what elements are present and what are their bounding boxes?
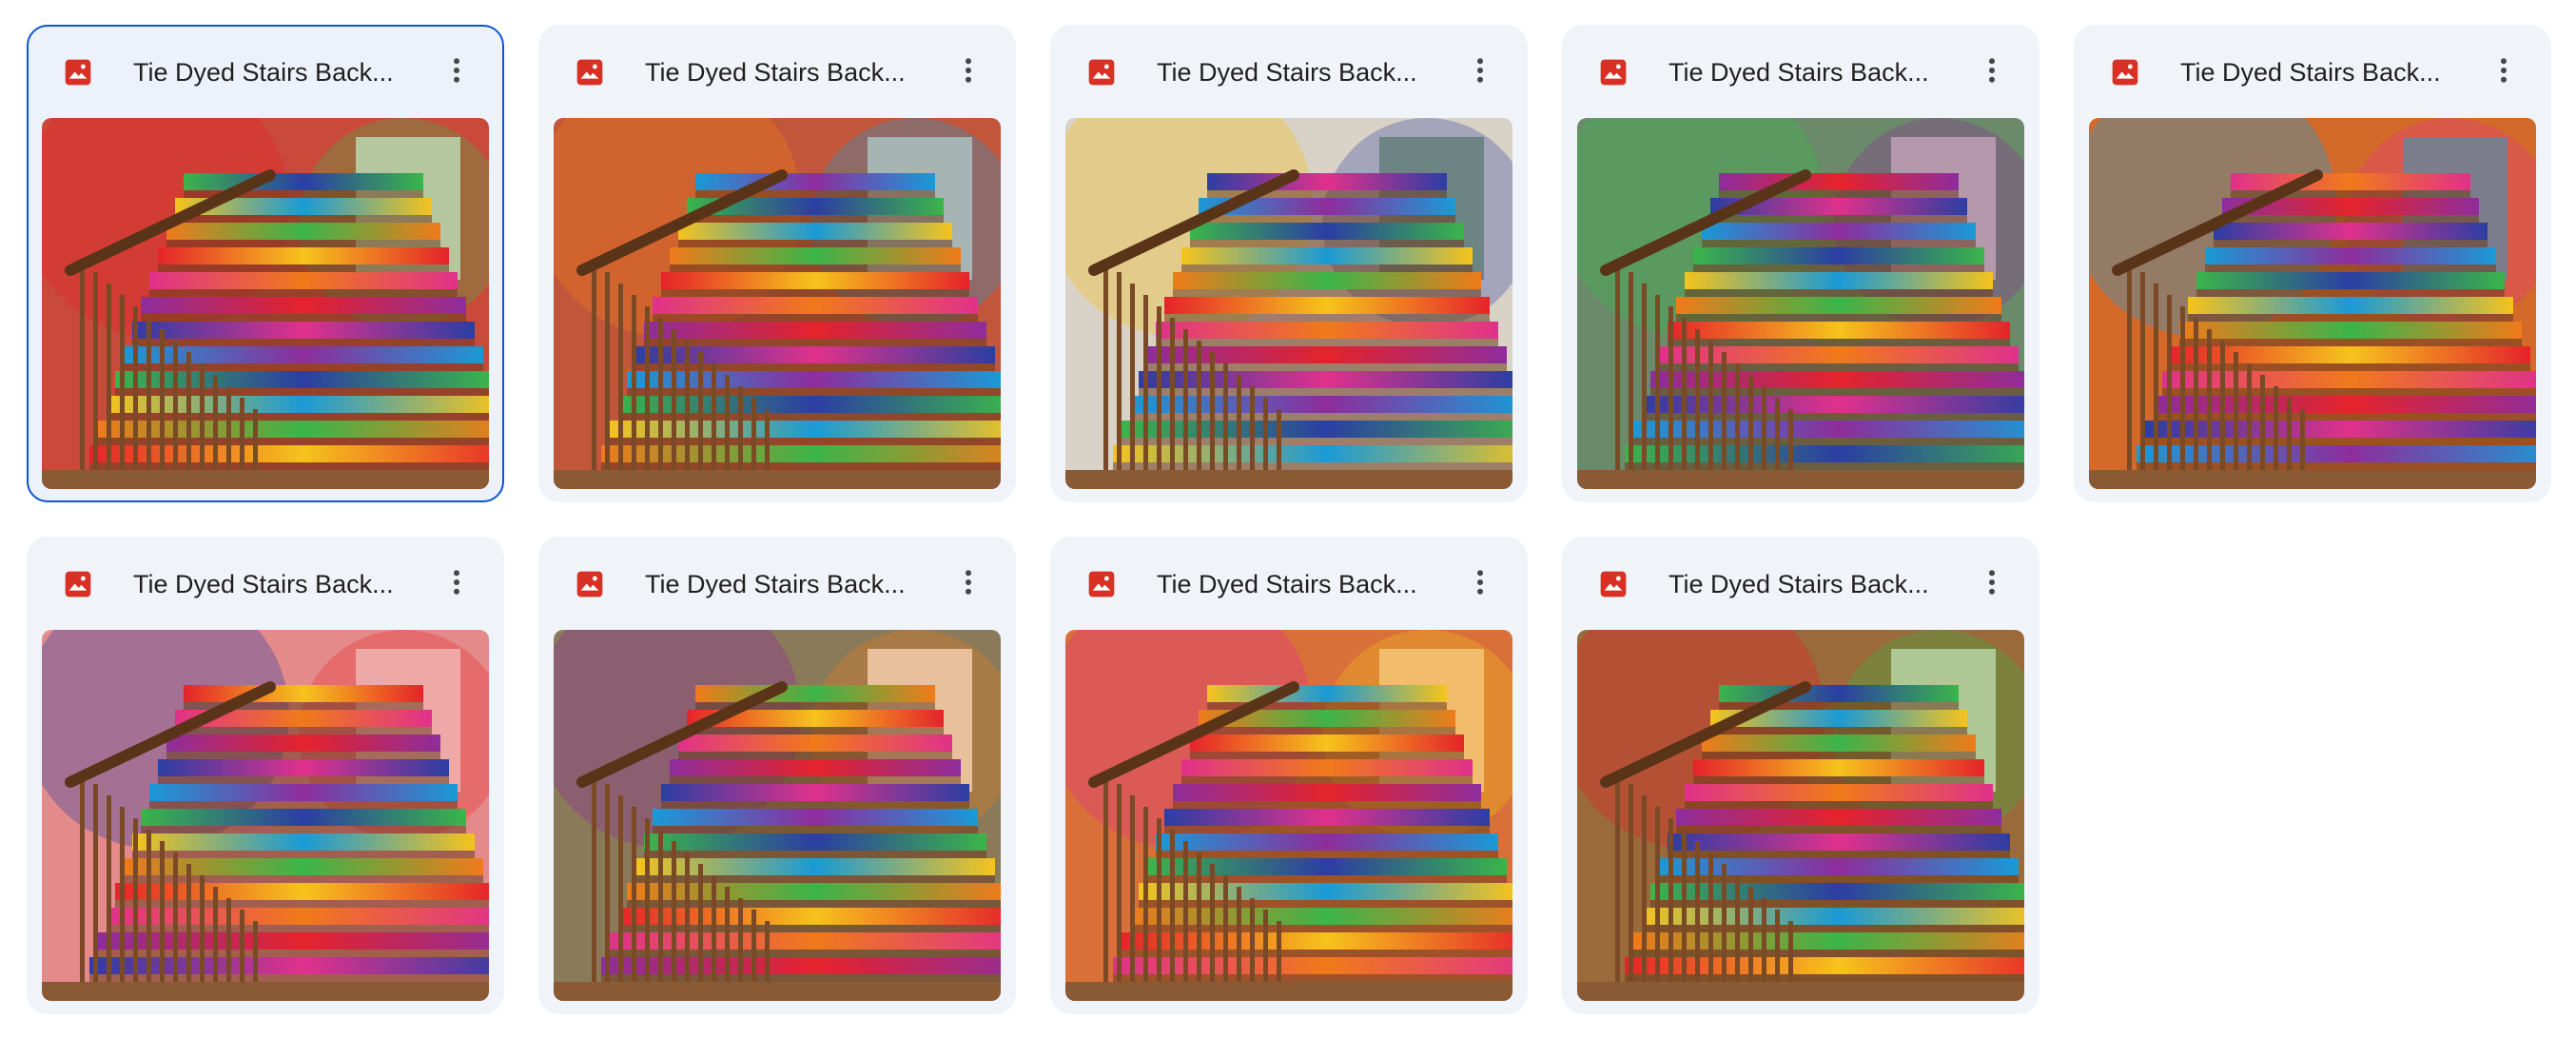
more-actions-button[interactable] — [947, 561, 989, 603]
thumbnail-image — [42, 118, 489, 489]
file-name: Tie Dyed Stairs Back... — [1157, 58, 1417, 87]
file-card[interactable]: Tie Dyed Stairs Back... — [538, 25, 1016, 502]
file-card[interactable]: Tie Dyed Stairs Back... — [1050, 537, 1528, 1014]
file-thumbnail[interactable] — [554, 630, 1001, 1001]
file-card-header: Tie Dyed Stairs Back... — [1052, 539, 1526, 628]
more-actions-button[interactable] — [1971, 49, 2013, 91]
more-actions-button[interactable] — [1459, 49, 1501, 91]
file-card[interactable]: Tie Dyed Stairs Back... — [1562, 25, 2039, 502]
image-file-icon — [575, 57, 605, 88]
more-actions-button[interactable] — [2483, 49, 2525, 91]
thumbnail-image — [2089, 118, 2536, 489]
more-vert-icon — [1989, 570, 1995, 595]
file-thumbnail[interactable] — [554, 118, 1001, 489]
thumbnail-image — [554, 118, 1001, 489]
image-file-icon — [63, 57, 93, 88]
more-actions-button[interactable] — [436, 561, 478, 603]
thumbnail-image — [42, 630, 489, 1001]
file-thumbnail[interactable] — [1577, 630, 2024, 1001]
file-card-header: Tie Dyed Stairs Back... — [29, 27, 502, 116]
file-name: Tie Dyed Stairs Back... — [645, 58, 906, 87]
file-card[interactable]: Tie Dyed Stairs Back... — [538, 537, 1016, 1014]
file-thumbnail[interactable] — [42, 630, 489, 1001]
file-thumbnail[interactable] — [42, 118, 489, 489]
image-file-icon — [1598, 57, 1629, 88]
file-thumbnail[interactable] — [1065, 630, 1512, 1001]
file-card[interactable]: Tie Dyed Stairs Back... — [2074, 25, 2551, 502]
file-card[interactable]: Tie Dyed Stairs Back... — [1562, 537, 2039, 1014]
more-actions-button[interactable] — [947, 49, 989, 91]
file-name: Tie Dyed Stairs Back... — [1157, 570, 1417, 598]
file-card[interactable]: Tie Dyed Stairs Back... — [27, 537, 504, 1014]
more-vert-icon — [1989, 58, 1995, 83]
file-card-header: Tie Dyed Stairs Back... — [29, 539, 502, 628]
file-name: Tie Dyed Stairs Back... — [133, 58, 394, 87]
file-thumbnail[interactable] — [1065, 118, 1512, 489]
thumbnail-image — [1577, 118, 2024, 489]
image-file-icon — [575, 569, 605, 599]
file-name: Tie Dyed Stairs Back... — [2180, 58, 2441, 87]
file-grid: Tie Dyed Stairs Back... Tie Dyed Stairs … — [27, 25, 2551, 1014]
more-actions-button[interactable] — [1459, 561, 1501, 603]
file-thumbnail[interactable] — [1577, 118, 2024, 489]
more-vert-icon — [1477, 570, 1483, 595]
more-vert-icon — [2501, 58, 2507, 83]
thumbnail-image — [1065, 630, 1512, 1001]
more-actions-button[interactable] — [436, 49, 478, 91]
more-vert-icon — [1477, 58, 1483, 83]
file-card-header: Tie Dyed Stairs Back... — [2076, 27, 2549, 116]
file-name: Tie Dyed Stairs Back... — [1669, 570, 1929, 598]
file-thumbnail[interactable] — [2089, 118, 2536, 489]
more-actions-button[interactable] — [1971, 561, 2013, 603]
more-vert-icon — [454, 58, 459, 83]
more-vert-icon — [966, 58, 971, 83]
file-name: Tie Dyed Stairs Back... — [645, 570, 906, 598]
thumbnail-image — [1577, 630, 2024, 1001]
file-card[interactable]: Tie Dyed Stairs Back... — [1050, 25, 1528, 502]
file-card-header: Tie Dyed Stairs Back... — [1052, 27, 1526, 116]
file-card[interactable]: Tie Dyed Stairs Back... — [27, 25, 504, 502]
more-vert-icon — [966, 570, 971, 595]
image-file-icon — [1598, 569, 1629, 599]
image-file-icon — [63, 569, 93, 599]
image-file-icon — [2110, 57, 2140, 88]
file-name: Tie Dyed Stairs Back... — [133, 570, 394, 598]
file-card-header: Tie Dyed Stairs Back... — [1564, 27, 2038, 116]
file-name: Tie Dyed Stairs Back... — [1669, 58, 1929, 87]
file-card-header: Tie Dyed Stairs Back... — [540, 27, 1014, 116]
image-file-icon — [1086, 569, 1117, 599]
thumbnail-image — [554, 630, 1001, 1001]
image-file-icon — [1086, 57, 1117, 88]
thumbnail-image — [1065, 118, 1512, 489]
more-vert-icon — [454, 570, 459, 595]
file-card-header: Tie Dyed Stairs Back... — [540, 539, 1014, 628]
file-card-header: Tie Dyed Stairs Back... — [1564, 539, 2038, 628]
